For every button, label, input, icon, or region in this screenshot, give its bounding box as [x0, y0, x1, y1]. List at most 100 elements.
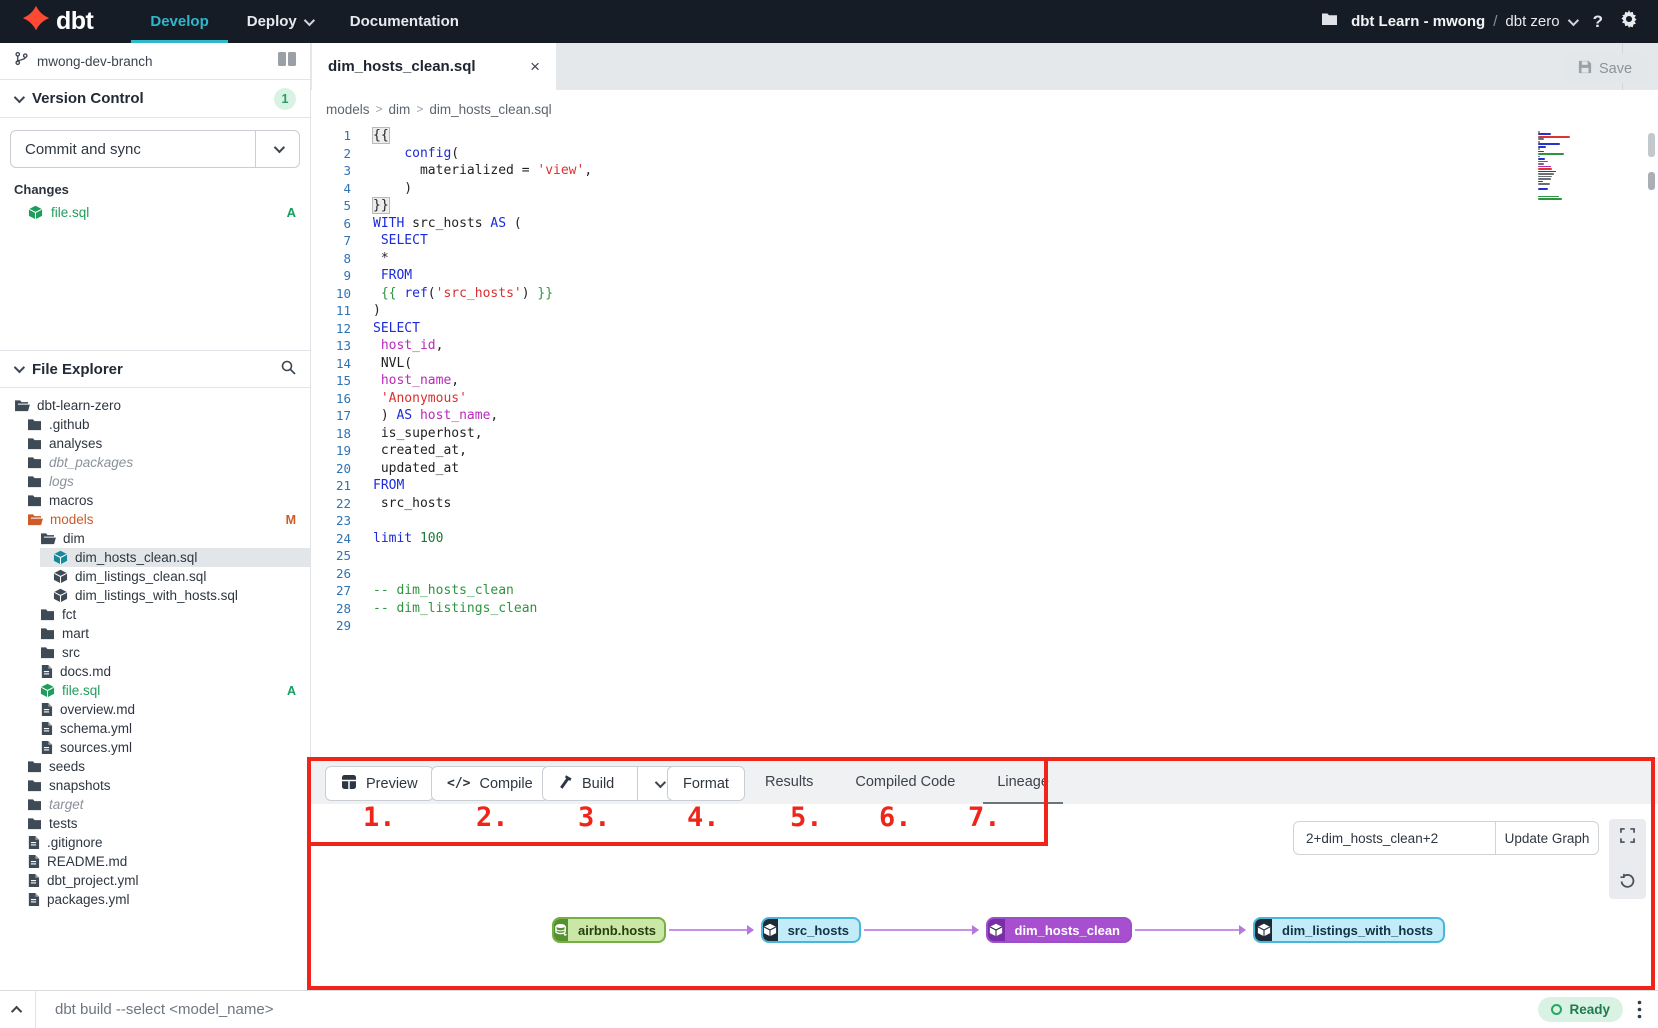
breadcrumb-segment[interactable]: dim — [389, 102, 411, 117]
tree-item-.gitignore[interactable]: .gitignore — [0, 833, 310, 852]
code-line[interactable]: 18 is_superhost, — [311, 425, 592, 443]
breadcrumb-segment[interactable]: dim_hosts_clean.sql — [429, 102, 551, 117]
fullscreen-icon[interactable] — [1620, 828, 1635, 843]
file-explorer-header[interactable]: File Explorer — [0, 350, 310, 388]
branch-row[interactable]: mwong-dev-branch — [0, 43, 310, 80]
expand-panel-button[interactable] — [0, 991, 36, 1028]
tree-item-packages.yml[interactable]: packages.yml — [0, 890, 310, 909]
search-icon[interactable] — [280, 359, 296, 380]
tree-item-dim_listings_with_hosts.sql[interactable]: dim_listings_with_hosts.sql — [0, 586, 310, 605]
command-input[interactable] — [36, 991, 1538, 1028]
tree-item-models[interactable]: modelsM — [0, 510, 310, 529]
version-control-header[interactable]: Version Control 1 — [0, 80, 310, 118]
code-line[interactable]: 5}} — [311, 197, 592, 215]
tree-item-dbt_packages[interactable]: dbt_packages — [0, 453, 310, 472]
lineage-filter-input[interactable] — [1294, 822, 1495, 854]
lineage-node-src_hosts[interactable]: src_hosts — [761, 917, 861, 943]
compile-button[interactable]: </>Compile — [431, 766, 549, 801]
code-line[interactable]: 24limit 100 — [311, 530, 592, 548]
code-line[interactable]: 25 — [311, 547, 592, 565]
code-line[interactable]: 27-- dim_hosts_clean — [311, 582, 592, 600]
tree-item-sources.yml[interactable]: sources.yml — [0, 738, 310, 757]
lineage-canvas[interactable]: Update Graph airbnb.hosts src_hosts dim_ho… — [311, 804, 1658, 990]
tree-item-src[interactable]: src — [0, 643, 310, 662]
kebab-menu-icon[interactable] — [1637, 1000, 1642, 1019]
code-minimap[interactable] — [1538, 131, 1576, 203]
commit-and-sync-button[interactable]: Commit and sync — [10, 130, 300, 168]
code-line[interactable]: 26 — [311, 565, 592, 583]
tree-item-target[interactable]: target — [0, 795, 310, 814]
code-editor[interactable]: 1{{2 config(3 materialized = 'view',4 )5… — [311, 127, 592, 635]
update-graph-button[interactable]: Update Graph — [1495, 822, 1598, 854]
lineage-node-dim_hosts_clean[interactable]: dim_hosts_clean — [986, 917, 1132, 943]
code-line[interactable]: 2 config( — [311, 145, 592, 163]
code-line[interactable]: 14 NVL( — [311, 355, 592, 373]
code-line[interactable]: 19 created_at, — [311, 442, 592, 460]
tree-item-fct[interactable]: fct — [0, 605, 310, 624]
code-line[interactable]: 7 SELECT — [311, 232, 592, 250]
tree-item-.github[interactable]: .github — [0, 415, 310, 434]
dbt-logo[interactable]: dbt — [20, 5, 93, 38]
tree-item-schema.yml[interactable]: schema.yml — [0, 719, 310, 738]
code-line[interactable]: 22 src_hosts — [311, 495, 592, 513]
tab-results[interactable]: Results — [759, 759, 819, 805]
gear-icon[interactable] — [1620, 10, 1638, 33]
code-line[interactable]: 6WITH src_hosts AS ( — [311, 215, 592, 233]
tree-item-mart[interactable]: mart — [0, 624, 310, 643]
scrollbar-thumb[interactable] — [1648, 172, 1655, 190]
code-line[interactable]: 8 * — [311, 250, 592, 268]
breadcrumb-segment[interactable]: models — [326, 102, 370, 117]
lineage-node-airbnb.hosts[interactable]: airbnb.hosts — [552, 917, 666, 943]
code-line[interactable]: 3 materialized = 'view', — [311, 162, 592, 180]
tree-item-seeds[interactable]: seeds — [0, 757, 310, 776]
tree-item-macros[interactable]: macros — [0, 491, 310, 510]
code-line[interactable]: 9 FROM — [311, 267, 592, 285]
format-button[interactable]: Format — [667, 766, 745, 801]
tree-item-dim_listings_clean.sql[interactable]: dim_listings_clean.sql — [0, 567, 310, 586]
tree-item-dbt-learn-zero[interactable]: dbt-learn-zero — [0, 396, 310, 415]
tree-item-file.sql[interactable]: file.sqlA — [0, 681, 310, 700]
close-icon[interactable]: × — [530, 57, 540, 77]
nav-item-deploy[interactable]: Deploy — [228, 0, 331, 43]
build-button[interactable]: Build — [542, 766, 680, 801]
code-line[interactable]: 4 ) — [311, 180, 592, 198]
tree-item-logs[interactable]: logs — [0, 472, 310, 491]
code-line[interactable]: 20 updated_at — [311, 460, 592, 478]
changed-file-row[interactable]: file.sql A — [0, 201, 310, 223]
tab-lineage[interactable]: Lineage — [991, 759, 1055, 805]
code-line[interactable]: 11) — [311, 302, 592, 320]
preview-button[interactable]: Preview — [325, 766, 434, 801]
tree-item-docs.md[interactable]: docs.md — [0, 662, 310, 681]
reset-view-icon[interactable] — [1619, 873, 1636, 890]
code-line[interactable]: 21FROM — [311, 477, 592, 495]
help-icon[interactable]: ? — [1589, 12, 1607, 32]
code-line[interactable]: 17 ) AS host_name, — [311, 407, 592, 425]
code-line[interactable]: 15 host_name, — [311, 372, 592, 390]
nav-item-documentation[interactable]: Documentation — [331, 0, 478, 43]
tree-item-tests[interactable]: tests — [0, 814, 310, 833]
code-line[interactable]: 29 — [311, 617, 592, 635]
tree-item-dim[interactable]: dim — [0, 529, 310, 548]
code-line[interactable]: 28-- dim_listings_clean — [311, 600, 592, 618]
tree-item-README.md[interactable]: README.md — [0, 852, 310, 871]
tree-item-dim_hosts_clean.sql[interactable]: dim_hosts_clean.sql — [0, 548, 310, 567]
commit-options-dropdown[interactable] — [255, 131, 299, 167]
code-line[interactable]: 23 — [311, 512, 592, 530]
tab-compiled-code[interactable]: Compiled Code — [849, 759, 961, 805]
code-line[interactable]: 1{{ — [311, 127, 592, 145]
scrollbar-thumb[interactable] — [1648, 133, 1655, 157]
split-view-icon[interactable] — [278, 52, 296, 71]
tree-item-overview.md[interactable]: overview.md — [0, 700, 310, 719]
tree-item-snapshots[interactable]: snapshots — [0, 776, 310, 795]
code-line[interactable]: 10 {{ ref('src_hosts') }} — [311, 285, 592, 303]
save-button[interactable]: Save — [1563, 54, 1647, 83]
tree-item-dbt_project.yml[interactable]: dbt_project.yml — [0, 871, 310, 890]
code-line[interactable]: 16 'Anonymous' — [311, 390, 592, 408]
nav-item-develop[interactable]: Develop — [131, 0, 227, 43]
account-project-switcher[interactable]: dbt Learn - mwong / dbt zero — [1351, 13, 1576, 30]
lineage-node-dim_listings_with_hosts[interactable]: dim_listings_with_hosts — [1253, 917, 1445, 943]
tab-dim-hosts-clean[interactable]: dim_hosts_clean.sql × — [312, 43, 556, 90]
tree-item-analyses[interactable]: analyses — [0, 434, 310, 453]
code-line[interactable]: 12SELECT — [311, 320, 592, 338]
code-line[interactable]: 13 host_id, — [311, 337, 592, 355]
